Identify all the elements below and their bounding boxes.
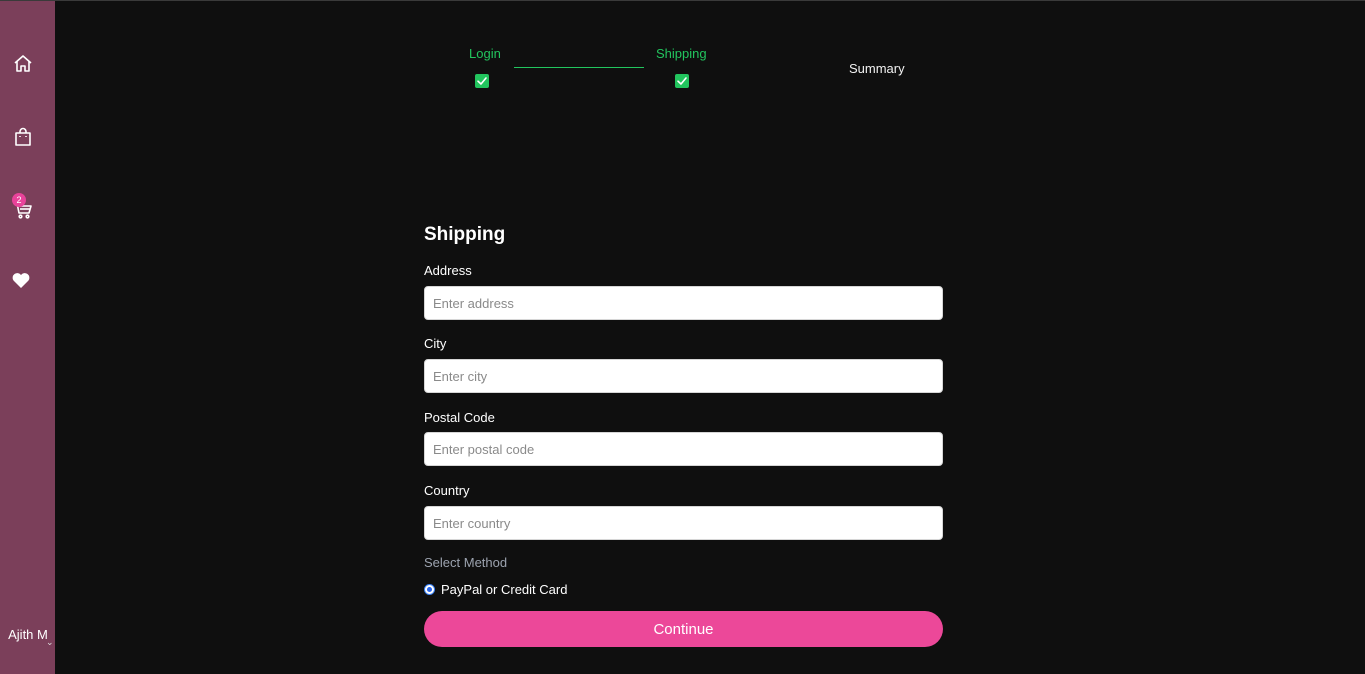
user-name: Ajith M	[8, 627, 48, 642]
address-label: Address	[424, 263, 472, 278]
step-connector	[514, 67, 644, 68]
check-icon	[475, 74, 489, 88]
sidebar: 2 Ajith M ⌄	[0, 1, 55, 674]
country-input[interactable]	[424, 506, 943, 540]
user-menu[interactable]: Ajith M ⌄	[0, 623, 55, 667]
cart-count-badge: 2	[12, 193, 26, 207]
step-summary-label: Summary	[849, 61, 905, 76]
step-login-label: Login	[469, 46, 501, 61]
postal-code-label: Postal Code	[424, 410, 495, 425]
home-icon[interactable]	[11, 52, 35, 76]
city-label: City	[424, 336, 447, 351]
shopping-bag-icon[interactable]	[11, 125, 35, 149]
payment-option-label: PayPal or Credit Card	[441, 581, 568, 597]
address-input[interactable]	[424, 286, 943, 320]
select-method-label: Select Method	[424, 555, 508, 570]
chevron-down-icon: ⌄	[46, 637, 54, 647]
step-shipping-label: Shipping	[656, 46, 707, 61]
postal-code-input[interactable]	[424, 432, 943, 466]
payment-option-paypal[interactable]: PayPal or Credit Card	[424, 581, 567, 597]
continue-button[interactable]: Continue	[424, 611, 943, 647]
city-input[interactable]	[424, 359, 943, 393]
country-label: Country	[424, 483, 470, 498]
check-icon	[675, 74, 689, 88]
radio-button-selected[interactable]	[424, 583, 435, 595]
form-title: Shipping	[424, 224, 506, 245]
window-top-border	[0, 0, 1365, 1]
heart-icon[interactable]	[9, 268, 33, 292]
